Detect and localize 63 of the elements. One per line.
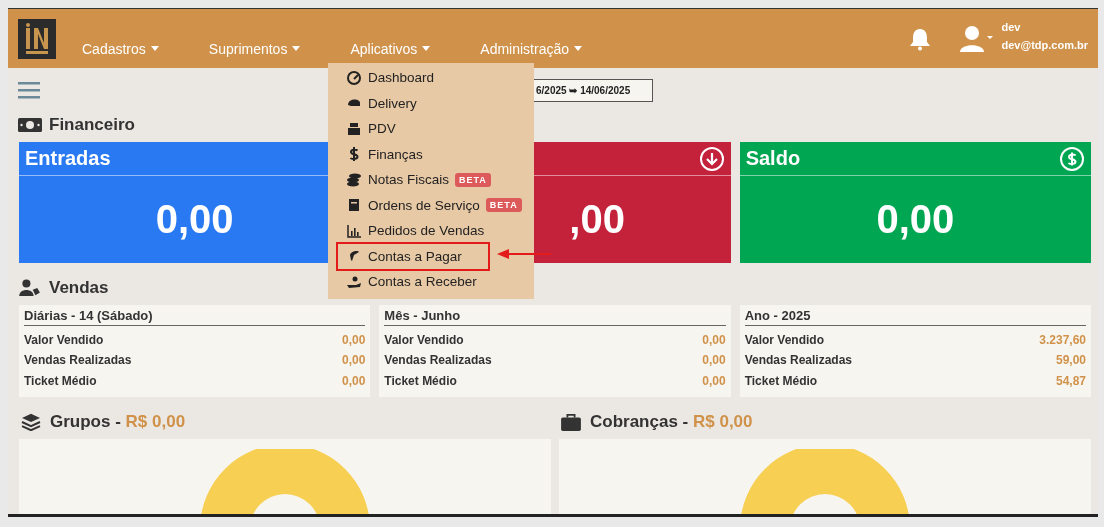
card-title: Saldo [745,147,801,170]
card-value: ,00 [569,197,625,242]
stat-value: 0,00 [341,373,366,388]
chart-title: Grupos - R$ 0,00 [50,412,186,432]
menu-item-icon [346,197,362,214]
stat-label: Valor Vendido [744,332,824,347]
stat-label: Vendas Realizadas [384,353,492,367]
menu-item-icon [346,222,362,239]
dollar-circle-icon [1059,145,1085,172]
stat-value: 0,00 [702,332,726,347]
user-icon[interactable] [959,24,994,53]
beta-badge: BETA [455,172,491,187]
briefcase-icon [559,413,583,431]
caret-icon [150,46,159,51]
menu-item[interactable]: Finanças [328,141,534,167]
menu-item-icon [346,171,362,188]
stat-label: Valor Vendido [24,332,104,347]
stat-label: Vendas Realizadas [744,353,853,367]
menu-item[interactable]: PDV [328,116,534,142]
menu-item[interactable]: Ordens de Serviço BETA [328,192,534,218]
beta-badge: BETA [485,198,522,213]
stat-value: 0,00 [341,332,366,347]
panel-title: Mês - Junho [384,305,726,326]
user-tag-icon [18,279,42,297]
menu-item[interactable]: Contas a Pagar [338,243,488,269]
menu-item[interactable]: Dashboard [328,65,534,91]
layers-icon [19,413,43,431]
stat-value: 0,00 [341,353,366,367]
menu-item[interactable]: Pedidos de Vendas [328,218,534,244]
stat-value: 59,00 [1055,353,1086,367]
stat-label: Ticket Médio [384,373,457,388]
date-range-field[interactable]: 6/2025 ➥ 14/06/2025 [533,78,654,102]
stat-label: Vendas Realizadas [24,353,132,367]
card-value: 0,00 [876,197,955,242]
panel-title: Diárias - 14 (Sábado) [24,305,366,326]
panel-title: Ano - 2025 [744,305,1086,326]
menu-item[interactable]: Delivery [328,90,534,116]
stat-label: Valor Vendido [384,332,464,347]
chart-title: Cobranças - R$ 0,00 [590,412,753,432]
bell-icon[interactable] [909,26,932,51]
stat-value: 0,00 [702,373,726,388]
section-title: Financeiro [49,115,135,135]
card-title: Entradas [25,147,111,170]
section-title: Vendas [49,278,109,298]
user-name: dev [1001,20,1022,33]
user-email: dev@tdp.com.br [1001,38,1088,51]
stat-value: 3.237,60 [1039,332,1086,347]
menu-item-icon [346,69,362,86]
menu-item[interactable]: Contas a Receber [328,269,534,295]
caret-icon [422,46,431,51]
down-arrow-circle-icon [698,145,725,172]
card-value: 0,00 [155,197,234,242]
money-icon [18,116,42,134]
menu-item-icon [346,120,362,137]
caret-icon [574,46,583,51]
stat-value: 0,00 [702,353,726,367]
stat-label: Ticket Médio [744,373,818,388]
annotation-arrow [496,248,552,260]
menu-icon[interactable] [18,81,40,99]
menu-item[interactable]: Notas Fiscais BETA [328,167,534,193]
caret-icon [292,46,301,51]
stat-label: Ticket Médio [24,373,97,388]
stat-value: 54,87 [1055,373,1086,388]
